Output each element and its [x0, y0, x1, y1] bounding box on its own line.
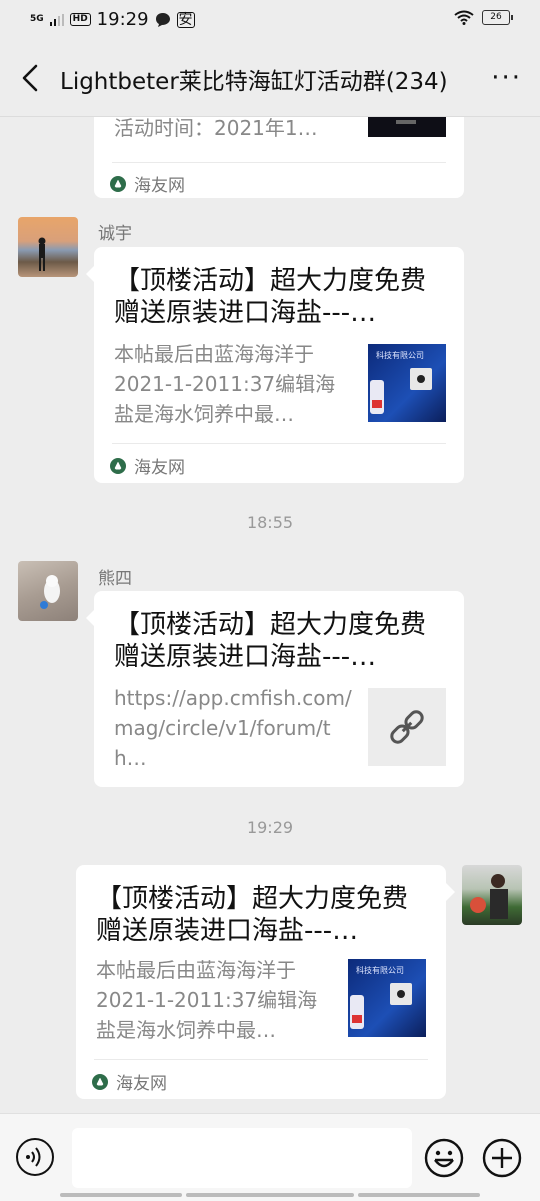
- input-bar: [0, 1113, 540, 1201]
- thumb-text: 科技有限公司: [356, 966, 404, 975]
- network-indicator: 5G: [30, 14, 44, 24]
- source-name: 海友网: [134, 176, 185, 196]
- card-source: 海友网: [110, 171, 185, 196]
- message-input[interactable]: [72, 1128, 412, 1188]
- back-icon[interactable]: [14, 60, 48, 96]
- card-thumbnail: 科技有限公司: [348, 959, 426, 1037]
- card-thumbnail: 科技有限公司: [368, 344, 446, 422]
- thumb-text: 科技有限公司: [376, 351, 424, 360]
- bubble-tail: [446, 883, 455, 901]
- timestamp: 19:29: [246, 818, 294, 837]
- card-source: 海友网: [92, 1069, 167, 1094]
- link-icon: [390, 710, 424, 744]
- battery-icon: 26: [482, 10, 513, 25]
- emoji-icon[interactable]: [424, 1138, 464, 1178]
- card-source: 海友网: [110, 453, 185, 478]
- message-bubble-icon: [155, 12, 170, 27]
- avatar-person-icon: [38, 237, 46, 271]
- card-description: https://app.cmfish.com/mag/circle/v1/for…: [114, 686, 352, 770]
- card-title: 【顶楼活动】超大力度免费赠送原装进口海盐---…: [114, 610, 427, 672]
- security-icon: 安: [176, 11, 195, 28]
- avatar[interactable]: [462, 865, 522, 925]
- source-name: 海友网: [134, 458, 185, 478]
- status-bar: 5G HD 19:29 安 26: [0, 0, 540, 40]
- card-description: 本帖最后由蓝海海洋于2021-1-2011:37编辑海盐是海水饲养中最…: [96, 958, 318, 1042]
- link-card[interactable]: 活动时间：2021年1… 海友网: [94, 117, 464, 198]
- nav-handle[interactable]: [60, 1193, 182, 1197]
- hd-badge: HD: [69, 13, 91, 26]
- nav-handle[interactable]: [358, 1193, 480, 1197]
- plus-icon[interactable]: [482, 1138, 522, 1178]
- avatar-toy-icon: [40, 575, 60, 609]
- haiyou-logo-icon: [110, 457, 126, 474]
- card-thumbnail: [368, 117, 446, 137]
- avatar[interactable]: [18, 561, 78, 621]
- wifi-icon: [454, 10, 474, 25]
- voice-input-button[interactable]: [16, 1138, 54, 1176]
- card-title: 【顶楼活动】超大力度免费赠送原装进口海盐---…: [96, 884, 409, 946]
- link-card[interactable]: 【顶楼活动】超大力度免费赠送原装进口海盐---… 本帖最后由蓝海海洋于2021-…: [76, 865, 446, 1099]
- card-thumbnail: [368, 688, 446, 766]
- chat-title: Lightbeter莱比特海缸灯活动群(234): [60, 69, 448, 95]
- haiyou-logo-icon: [110, 175, 126, 192]
- nav-handle[interactable]: [186, 1193, 354, 1197]
- avatar-person-icon: [470, 874, 508, 919]
- signal-icon: [49, 13, 64, 26]
- avatar[interactable]: [18, 217, 78, 277]
- more-options-button[interactable]: ···: [491, 64, 522, 92]
- chat-message-list[interactable]: 活动时间：2021年1… 海友网 诚宇 【顶楼活动】超大力度免费赠送原装进口海盐…: [0, 117, 540, 1112]
- card-description: 本帖最后由蓝海海洋于2021-1-2011:37编辑海盐是海水饲养中最…: [114, 342, 336, 426]
- card-title: 【顶楼活动】超大力度免费赠送原装进口海盐---…: [114, 266, 427, 328]
- link-card[interactable]: 【顶楼活动】超大力度免费赠送原装进口海盐---… 本帖最后由蓝海海洋于2021-…: [94, 247, 464, 483]
- source-name: 海友网: [116, 1074, 167, 1094]
- sender-name: 诚宇: [98, 224, 132, 244]
- timestamp: 18:55: [246, 513, 294, 532]
- divider: [112, 443, 446, 444]
- card-description: 活动时间：2021年1…: [114, 117, 318, 140]
- chat-header: Lightbeter莱比特海缸灯活动群(234) ···: [0, 40, 540, 117]
- voice-icon: [26, 1147, 41, 1167]
- divider: [94, 1059, 428, 1060]
- divider: [112, 162, 446, 163]
- link-card[interactable]: 【顶楼活动】超大力度免费赠送原装进口海盐---… https://app.cmf…: [94, 591, 464, 787]
- haiyou-logo-icon: [92, 1073, 108, 1090]
- clock: 19:29: [96, 9, 149, 30]
- sender-name: 熊四: [98, 569, 132, 589]
